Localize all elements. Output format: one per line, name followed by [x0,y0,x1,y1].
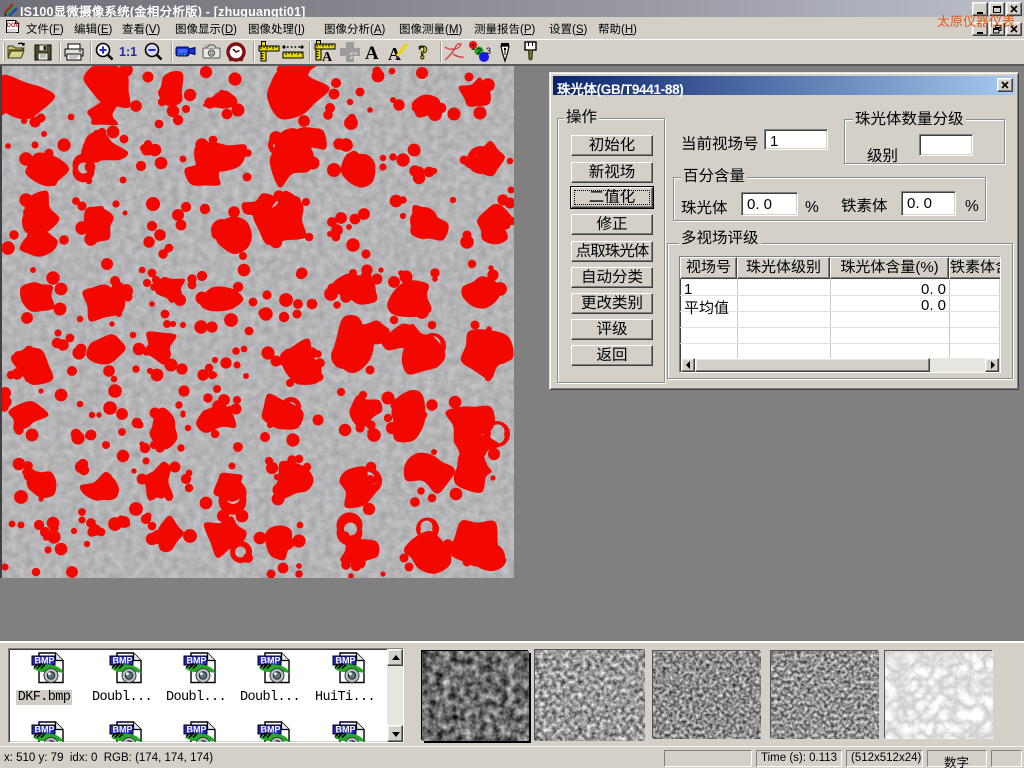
svg-text:3: 3 [486,46,491,56]
svg-text:DOC: DOC [7,23,20,29]
svg-text:A: A [322,50,333,64]
svg-text:1:1: 1:1 [119,45,137,59]
svg-text:?: ? [418,42,428,64]
svg-text:A: A [365,43,379,64]
